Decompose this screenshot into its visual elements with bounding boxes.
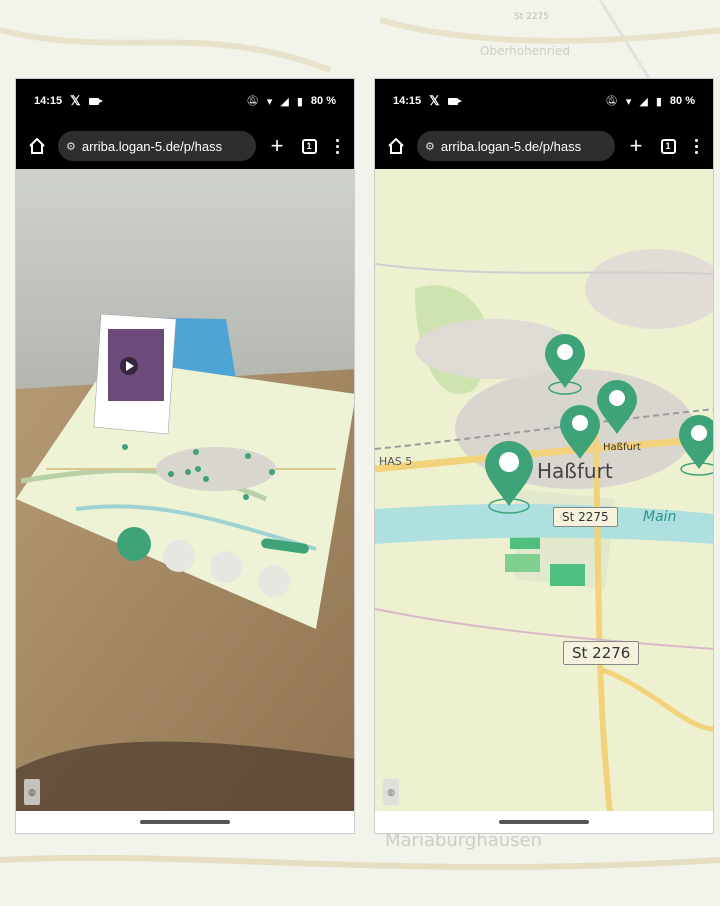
status-time: 14:15 bbox=[34, 95, 63, 107]
new-tab-button[interactable]: + bbox=[264, 135, 290, 157]
app-logo-icon[interactable]: ◍ bbox=[383, 779, 399, 805]
status-bar: 14:15 𝕏 🔕︎ ▾ ◢ ▮ 80 % bbox=[16, 79, 354, 123]
phone-map-view: 14:15 𝕏 🔕︎ ▾ ◢ ▮ 80 % ⚙ arriba.logan-5.d… bbox=[374, 78, 714, 834]
tab-count: 1 bbox=[660, 138, 676, 154]
camera-icon bbox=[88, 97, 103, 105]
address-bar[interactable]: ⚙ arriba.logan-5.de/p/hass bbox=[58, 131, 256, 161]
home-icon bbox=[388, 137, 404, 154]
poi-marker[interactable] bbox=[485, 441, 533, 514]
tab-switcher-button[interactable]: 1 bbox=[298, 135, 320, 157]
signal-icon: ◢ bbox=[280, 95, 289, 108]
x-app-icon: 𝕏 bbox=[429, 93, 440, 108]
battery-icon: ▮ bbox=[655, 95, 662, 108]
site-settings-icon[interactable]: ⚙ bbox=[66, 140, 76, 153]
road-label-st2276: St 2276 bbox=[563, 641, 640, 665]
battery-percent: 80 % bbox=[310, 95, 336, 107]
home-button[interactable] bbox=[24, 133, 50, 159]
home-button[interactable] bbox=[383, 133, 409, 159]
overflow-menu-button[interactable] bbox=[328, 138, 346, 154]
overflow-menu-button[interactable] bbox=[687, 138, 705, 154]
ar-scene bbox=[16, 169, 354, 813]
browser-toolbar: ⚙ arriba.logan-5.de/p/hass + 1 bbox=[375, 123, 713, 169]
road-label-has5: HAS 5 bbox=[379, 455, 413, 468]
phone-ar-view: 14:15 𝕏 🔕︎ ▾ ◢ ▮ 80 % ⚙ arriba.logan-5.d… bbox=[15, 78, 355, 834]
town-label: Haßfurt bbox=[537, 459, 613, 483]
wifi-icon: ▾ bbox=[266, 95, 273, 108]
river-label: Main bbox=[643, 509, 677, 525]
status-bar: 14:15 𝕏 🔕︎ ▾ ◢ ▮ 80 % bbox=[375, 79, 713, 123]
camera-icon bbox=[447, 97, 462, 105]
url-text: arriba.logan-5.de/p/hass bbox=[440, 138, 582, 154]
poi-marker[interactable] bbox=[545, 334, 585, 395]
wifi-icon: ▾ bbox=[625, 95, 632, 108]
battery-icon: ▮ bbox=[296, 95, 303, 108]
status-time: 14:15 bbox=[393, 95, 422, 107]
ar-map-view[interactable]: Haßfurt Haßfurt Main HAS 5 St 2275 St 22… bbox=[375, 169, 713, 813]
app-logo-icon[interactable]: ◍ bbox=[24, 779, 40, 805]
ar-camera-view[interactable]: ◍ bbox=[16, 169, 354, 813]
gesture-nav-bar[interactable] bbox=[16, 811, 354, 833]
bg-place-label: Oberhohenried bbox=[480, 44, 570, 58]
home-icon bbox=[29, 137, 45, 154]
zoomed-map bbox=[375, 169, 713, 813]
tab-count: 1 bbox=[301, 138, 317, 154]
battery-percent: 80 % bbox=[669, 95, 695, 107]
signal-icon: ◢ bbox=[639, 95, 648, 108]
mute-icon: 🔕︎ bbox=[246, 95, 259, 107]
mute-icon: 🔕︎ bbox=[605, 95, 618, 107]
x-app-icon: 𝕏 bbox=[70, 93, 81, 108]
home-handle[interactable] bbox=[140, 820, 230, 824]
site-settings-icon[interactable]: ⚙ bbox=[425, 140, 435, 153]
bg-road-label: St 2275 bbox=[514, 12, 550, 22]
road-label-st2275: St 2275 bbox=[553, 507, 618, 527]
town-label-small: Haßfurt bbox=[603, 442, 641, 453]
new-tab-button[interactable]: + bbox=[623, 135, 649, 157]
address-bar[interactable]: ⚙ arriba.logan-5.de/p/hass bbox=[417, 131, 615, 161]
url-text: arriba.logan-5.de/p/hass bbox=[81, 138, 223, 154]
browser-toolbar: ⚙ arriba.logan-5.de/p/hass + 1 bbox=[16, 123, 354, 169]
home-handle[interactable] bbox=[499, 820, 589, 824]
gesture-nav-bar[interactable] bbox=[375, 811, 713, 833]
tab-switcher-button[interactable]: 1 bbox=[657, 135, 679, 157]
